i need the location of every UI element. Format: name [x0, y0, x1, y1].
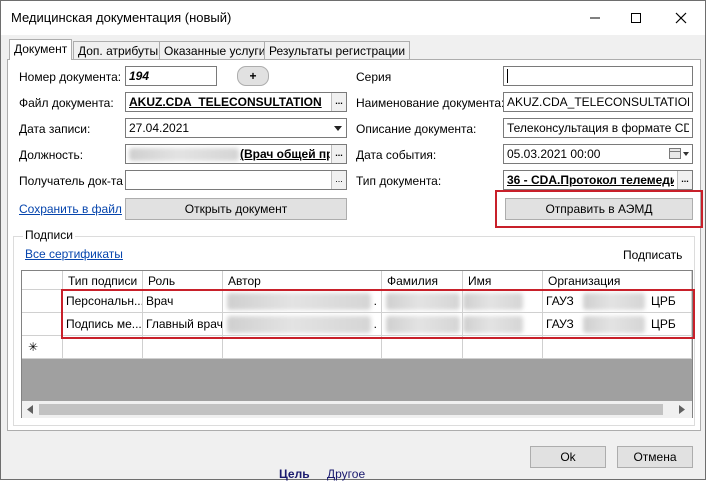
open-document-button[interactable]: Открыть документ [125, 198, 347, 220]
cell-type[interactable]: Персональн... [63, 290, 143, 313]
save-to-file-link[interactable]: Сохранить в файл [19, 202, 122, 216]
col-header-type[interactable]: Тип подписи [63, 271, 143, 290]
redacted-org [583, 293, 645, 310]
row-header-corner [22, 271, 63, 290]
doc-desc-field[interactable]: Телеконсультация в формате CDA [503, 118, 693, 138]
maximize-button[interactable] [614, 1, 658, 35]
redacted-name-cell [463, 293, 523, 310]
doc-type-label: Тип документа: [356, 174, 442, 188]
record-date-label: Дата записи: [19, 122, 91, 136]
row-selector[interactable] [22, 290, 63, 313]
scroll-left-icon[interactable] [26, 405, 34, 414]
calendar-icon[interactable] [669, 148, 689, 160]
position-label: Должность: [19, 148, 84, 162]
cell-name[interactable] [463, 313, 543, 336]
col-header-organization[interactable]: Организация [543, 271, 692, 290]
close-button[interactable] [659, 1, 703, 35]
redacted-name [129, 148, 239, 161]
signatures-table[interactable]: Тип подписи Роль Автор Фамилия Имя Орган… [21, 270, 693, 418]
doc-name-label: Наименование документа: [356, 96, 505, 110]
series-field[interactable] [503, 66, 693, 86]
cell-author[interactable]: . [223, 313, 382, 336]
recipient-browse-button[interactable]: ... [331, 171, 346, 189]
doc-number-field[interactable]: 194 [125, 66, 217, 86]
background-text-goal: Цель [279, 467, 310, 481]
redacted-surname [386, 316, 460, 333]
new-row-cell[interactable] [223, 336, 382, 359]
cell-role[interactable]: Главный врач [143, 313, 223, 336]
tab-document[interactable]: Документ [9, 39, 73, 60]
sign-button[interactable]: Подписать [623, 248, 682, 262]
doc-type-browse-button[interactable]: ... [677, 171, 692, 189]
new-row-cell[interactable] [143, 336, 223, 359]
position-field[interactable]: (Врач общей пр ... [125, 144, 347, 164]
send-aemd-button[interactable]: Отправить в АЭМД [505, 198, 693, 220]
cell-author[interactable]: . [223, 290, 382, 313]
new-row-cell[interactable] [463, 336, 543, 359]
redacted-surname [386, 293, 460, 310]
new-row-marker[interactable]: ✳ [22, 336, 63, 359]
col-header-role[interactable]: Роль [143, 271, 223, 290]
text-cursor [507, 69, 508, 83]
maximize-icon [631, 13, 641, 23]
redacted-org [583, 316, 645, 333]
tab-registration-results[interactable]: Результаты регистрации [264, 41, 411, 59]
cell-role[interactable]: Врач [143, 290, 223, 313]
file-label: Файл документа: [19, 96, 114, 110]
minimize-button[interactable] [573, 1, 617, 35]
recipient-label: Получатель док-та [19, 174, 123, 188]
file-field[interactable]: AKUZ.CDA_TELECONSULTATION ... [125, 92, 347, 112]
col-header-surname[interactable]: Фамилия [382, 271, 463, 290]
col-header-author[interactable]: Автор [223, 271, 382, 290]
horizontal-scrollbar[interactable] [22, 401, 692, 418]
doc-type-field[interactable]: 36 - CDA.Протокол телемеди ... [503, 170, 693, 190]
add-number-button[interactable]: + [237, 66, 269, 86]
chevron-down-icon[interactable] [330, 119, 346, 137]
record-date-select[interactable]: 27.04.2021 [125, 118, 347, 138]
redacted-author [227, 293, 371, 310]
file-browse-button[interactable]: ... [331, 93, 346, 111]
scrollbar-thumb[interactable] [39, 404, 663, 415]
new-row-cell[interactable] [543, 336, 692, 359]
background-text-other: Другое [327, 467, 366, 481]
doc-desc-label: Описание документа: [356, 122, 477, 136]
ok-button[interactable]: Ok [530, 446, 606, 468]
signatures-group-label: Подписи [23, 228, 75, 242]
cell-type[interactable]: Подпись ме... [63, 313, 143, 336]
redacted-name-cell [463, 316, 523, 333]
position-browse-button[interactable]: ... [331, 145, 346, 163]
cancel-button[interactable]: Отмена [617, 446, 693, 468]
cell-organization[interactable]: ГАУЗ ЦРБ [543, 290, 692, 313]
cell-surname[interactable] [382, 290, 463, 313]
title-bar[interactable]: Медицинская документация (новый) [1, 1, 705, 35]
all-certificates-link[interactable]: Все сертификаты [25, 247, 123, 261]
redacted-author [227, 316, 371, 333]
minimize-icon [590, 17, 600, 19]
dialog-window: Медицинская документация (новый) Докумен… [0, 0, 706, 481]
close-icon [675, 12, 687, 24]
col-header-name[interactable]: Имя [463, 271, 543, 290]
series-label: Серия [356, 70, 392, 84]
tab-services[interactable]: Оказанные услуги [159, 41, 271, 59]
recipient-field[interactable]: ... [125, 170, 347, 190]
scroll-right-icon[interactable] [678, 405, 686, 414]
event-date-label: Дата события: [356, 148, 437, 162]
cell-organization[interactable]: ГАУЗ ЦРБ [543, 313, 692, 336]
row-selector[interactable] [22, 313, 63, 336]
cell-name[interactable] [463, 290, 543, 313]
tab-extra-attributes[interactable]: Доп. атрибуты [73, 41, 164, 59]
doc-name-field[interactable]: AKUZ.CDA_TELECONSULTATION [503, 92, 693, 112]
new-row-cell[interactable] [63, 336, 143, 359]
event-date-picker[interactable]: 05.03.2021 00:00 [503, 144, 693, 164]
cell-surname[interactable] [382, 313, 463, 336]
window-title: Медицинская документация (новый) [11, 10, 232, 25]
new-row-cell[interactable] [382, 336, 463, 359]
doc-number-label: Номер документа: [19, 70, 122, 84]
